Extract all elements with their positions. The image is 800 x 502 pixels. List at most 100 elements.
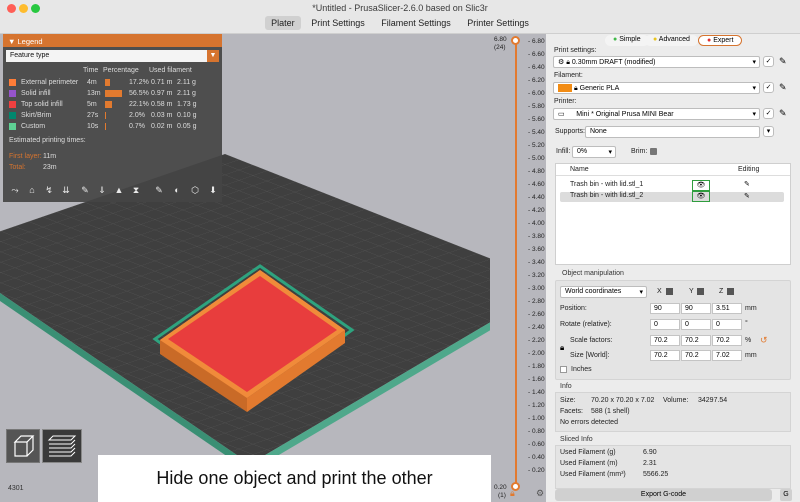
layer-slider[interactable]: 6.80 (24) - 6.80 - 6.60 - 6.40 - 6.20 - 6.00… <box>490 34 546 502</box>
legend-percentage: 56.5% <box>129 90 149 97</box>
list-item[interactable]: Trash bin - with lid.stl_2 👁︎ ✎ <box>560 191 784 202</box>
size-x-input[interactable]: 70.2 <box>650 350 680 361</box>
mode-advanced-label: Advanced <box>658 36 690 43</box>
printer-value: Mini * Original Prusa MINI Bear <box>576 111 674 118</box>
legend-row[interactable]: Top solid infill 5m 22.1% 0.58 m 1.73 g <box>9 100 222 110</box>
legend-percentage-bar <box>105 90 122 97</box>
retractions-icon[interactable]: ↯ <box>43 185 55 197</box>
edit-icon[interactable]: ✎ <box>744 180 750 188</box>
info-facets-value: 588 (1 shell) <box>591 408 630 415</box>
legend-weight: 0.10 g <box>177 112 197 119</box>
visibility-eye-icon[interactable]: 👁︎ <box>692 191 710 202</box>
coordinates-select[interactable]: World coordinates ▾ <box>560 286 647 298</box>
column-name: Name <box>570 166 589 173</box>
filament-edit-icon[interactable]: ✎ <box>779 82 791 94</box>
rotate-y-input[interactable]: 0 <box>681 319 711 330</box>
mode-simple-button[interactable]: ● Simple <box>605 35 649 46</box>
coordinates-value: World coordinates <box>565 288 622 295</box>
tool-changes-icon[interactable]: ✎ <box>79 185 91 197</box>
list-item[interactable]: Trash bin - with lid.stl_1 👁︎ ✎ <box>556 180 790 191</box>
deretractions-icon[interactable]: ⇊ <box>60 185 72 197</box>
legend-weight: 2.11 g <box>177 79 196 86</box>
object-list[interactable]: Name Editing Trash bin - with lid.stl_1 … <box>555 163 791 265</box>
print-settings-edit-button[interactable]: ✓ <box>763 56 774 67</box>
tab-printer-settings[interactable]: Printer Settings <box>461 16 535 30</box>
legend-title: Legend <box>17 37 43 46</box>
color-changes-icon[interactable]: ⇓ <box>96 185 108 197</box>
inches-checkbox[interactable] <box>560 366 567 373</box>
legend-row[interactable]: Custom 10s 0.7% 0.02 m 0.05 g <box>9 122 222 132</box>
tab-print-settings[interactable]: Print Settings <box>305 16 371 30</box>
legend-time: 5m <box>87 101 97 108</box>
perspective-view-button[interactable] <box>6 429 40 463</box>
pause-prints-icon[interactable]: ▲ <box>113 185 125 197</box>
visibility-eye-icon[interactable]: 👁︎ <box>692 180 710 191</box>
edit-icon[interactable]: ✎ <box>744 192 750 200</box>
axis-z-toggle[interactable] <box>727 288 734 295</box>
wipe-icon[interactable]: ⌂ <box>26 185 38 197</box>
print-settings-edit-icon[interactable]: ✎ <box>779 56 791 68</box>
size-z-input[interactable]: 7.02 <box>712 350 742 361</box>
axis-y-toggle[interactable] <box>697 288 704 295</box>
filament-edit-button[interactable]: ✓ <box>763 82 774 93</box>
legend-length: 0.71 m <box>151 79 173 86</box>
brim-label: Brim: <box>631 148 648 155</box>
brim-checkbox[interactable] <box>650 148 657 155</box>
mode-expert-button[interactable]: ● Expert <box>698 35 743 46</box>
legend-panel: ▼ Legend Feature type ▼ Time Percentage … <box>3 34 222 202</box>
legend-percentage: 0.7% <box>129 123 145 130</box>
legend-row[interactable]: External perimeter 4m 17.2% 0.71 m 2.11 g <box>9 78 222 88</box>
filament-select[interactable]: 🔒︎ Generic PLA ▾ <box>553 82 760 94</box>
travel-icon[interactable]: ⤳ <box>9 185 21 197</box>
mode-advanced-button[interactable]: ● Advanced <box>645 35 698 46</box>
send-gcode-icon[interactable]: G <box>780 489 792 501</box>
export-gcode-button[interactable]: Export G-code <box>555 489 772 501</box>
position-z-input[interactable]: 3.51 <box>712 303 742 314</box>
legend-row[interactable]: Solid infill 13m 56.5% 0.97 m 2.11 g <box>9 89 222 99</box>
size-y-input[interactable]: 70.2 <box>681 350 711 361</box>
lock-icon[interactable]: 🔒︎ <box>560 343 564 353</box>
lock-icon[interactable]: 🔒︎ <box>510 488 515 499</box>
slider-tick-label: - 3.20 <box>528 272 545 279</box>
shells-icon[interactable]: ✎ <box>153 185 165 197</box>
scale-x-input[interactable]: 70.2 <box>650 335 680 346</box>
printer-edit-icon[interactable]: ✎ <box>779 108 791 120</box>
tab-filament-settings[interactable]: Filament Settings <box>375 16 457 30</box>
supports-dropdown-button[interactable]: ▾ <box>763 126 774 137</box>
printer-edit-button[interactable]: ✓ <box>763 108 774 119</box>
legend-feature-name: Top solid infill <box>21 101 63 108</box>
legend-header[interactable]: ▼ Legend <box>3 34 222 47</box>
custom-gcodes-icon[interactable]: ⧗ <box>130 185 142 197</box>
slider-tick-label: - 4.80 <box>528 168 545 175</box>
infill-label: Infill: <box>556 148 571 155</box>
layers-view-button[interactable] <box>42 429 82 463</box>
tool-marker-icon[interactable]: ◐ <box>171 185 183 197</box>
print-settings-select[interactable]: ⚙ 🔒︎ 0.30mm DRAFT (modified) ▾ <box>553 56 760 68</box>
view-type-select[interactable]: Feature type ▼ <box>6 50 219 62</box>
reset-scale-icon[interactable]: ↺ <box>760 335 768 346</box>
chevron-down-icon: ▾ <box>639 289 643 296</box>
tab-plater[interactable]: Plater <box>265 16 301 30</box>
legend-time: 13m <box>87 90 101 97</box>
slider-upper-thumb[interactable] <box>511 36 520 45</box>
supports-select[interactable]: None <box>585 126 760 138</box>
gear-icon[interactable]: ⚙ <box>536 488 544 499</box>
position-x-input[interactable]: 90 <box>650 303 680 314</box>
sliced-row-value: 2.31 <box>643 460 657 467</box>
scale-y-input[interactable]: 70.2 <box>681 335 711 346</box>
cube-outline-icon[interactable]: ⬡ <box>189 185 201 197</box>
legend-feature-name: External perimeter <box>21 79 79 86</box>
legend-row[interactable]: Skirt/Brim 27s 2.0% 0.03 m 0.10 g <box>9 111 222 121</box>
scale-z-input[interactable]: 70.2 <box>712 335 742 346</box>
position-y-input[interactable]: 90 <box>681 303 711 314</box>
infill-select[interactable]: 0% ▾ <box>572 146 616 158</box>
total-label: Total: <box>9 164 26 171</box>
rotate-z-input[interactable]: 0 <box>712 319 742 330</box>
slider-tick-label: - 0.20 <box>528 467 545 474</box>
download-icon[interactable]: ⬇ <box>207 185 219 197</box>
axis-x-toggle[interactable] <box>666 288 673 295</box>
slider-tick-label: - 1.80 <box>528 363 545 370</box>
rotate-x-input[interactable]: 0 <box>650 319 680 330</box>
printer-select[interactable]: ▭ Mini * Original Prusa MINI Bear ▾ <box>553 108 760 120</box>
slider-tick-label: - 6.20 <box>528 77 545 84</box>
